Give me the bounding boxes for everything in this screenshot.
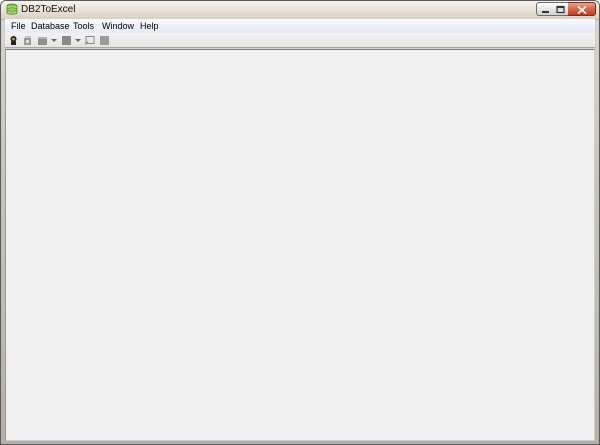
menu-database[interactable]: Database <box>30 20 71 32</box>
menu-bar: File Database Tools Window Help <box>5 19 595 34</box>
new-query-icon[interactable] <box>37 35 48 46</box>
toolbar <box>5 33 595 48</box>
app-window: DB2ToExcel File Database Tools Window He… <box>0 0 600 445</box>
menu-window[interactable]: Window <box>101 20 135 32</box>
menu-tools[interactable]: Tools <box>72 20 95 32</box>
maximize-icon <box>556 5 565 14</box>
close-icon <box>577 5 587 15</box>
mdi-client-area <box>5 49 595 441</box>
stop-icon[interactable] <box>61 35 72 46</box>
run-icon[interactable] <box>84 35 95 46</box>
close-button[interactable] <box>568 2 596 16</box>
menu-file[interactable]: File <box>10 20 27 32</box>
export-icon[interactable] <box>99 35 110 46</box>
title-bar[interactable]: DB2ToExcel <box>1 1 599 20</box>
app-logo-icon <box>6 3 18 15</box>
menu-help[interactable]: Help <box>139 20 160 32</box>
window-title: DB2ToExcel <box>21 4 76 15</box>
maximize-button[interactable] <box>552 2 569 16</box>
connect-icon[interactable] <box>8 35 19 46</box>
new-query-dropdown-icon[interactable] <box>51 39 57 42</box>
minimize-button[interactable] <box>536 2 553 16</box>
disconnect-icon[interactable] <box>22 35 33 46</box>
stop-dropdown-icon[interactable] <box>75 39 81 42</box>
